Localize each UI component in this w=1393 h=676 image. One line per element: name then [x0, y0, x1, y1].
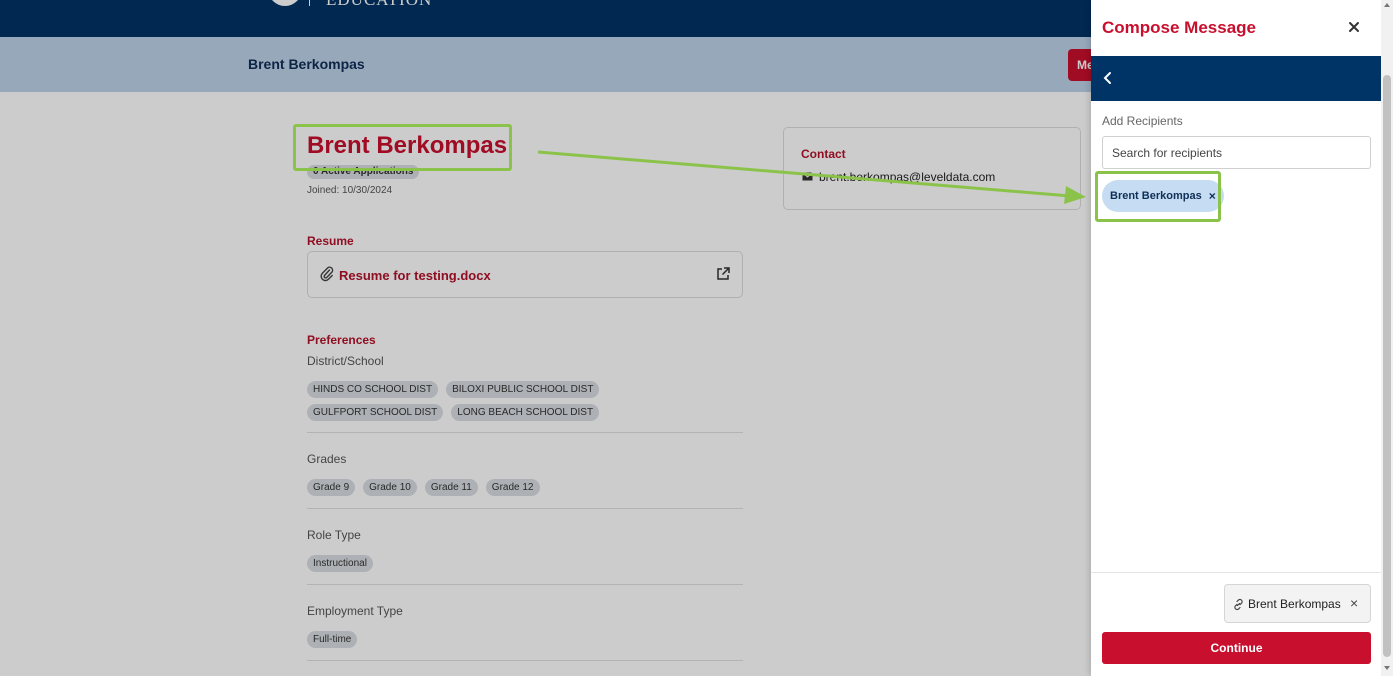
scrollbar[interactable]: [1381, 0, 1393, 676]
highlight-box: [293, 124, 512, 171]
scroll-down-arrow-icon[interactable]: [1384, 666, 1390, 670]
chevron-left-icon[interactable]: [1101, 71, 1115, 85]
panel-title: Compose Message: [1102, 18, 1256, 37]
link-icon: [1234, 598, 1243, 611]
profile-attachment-pill: Brent Berkompas ×: [1224, 584, 1371, 623]
annotation-arrow: [537, 150, 1086, 204]
footer-divider: [1091, 572, 1381, 573]
close-icon[interactable]: [1346, 19, 1362, 35]
recipient-search-input[interactable]: [1102, 136, 1371, 169]
remove-attachment-icon[interactable]: ×: [1350, 595, 1358, 611]
add-recipients-label: Add Recipients: [1102, 114, 1183, 128]
highlight-box: [1095, 171, 1221, 222]
continue-button[interactable]: Continue: [1102, 632, 1371, 664]
modal-backdrop[interactable]: [0, 0, 1091, 676]
scrollbar-thumb[interactable]: [1383, 75, 1391, 657]
attachment-label: Brent Berkompas: [1248, 597, 1341, 611]
compose-message-panel: Compose Message Add Recipients Brent Ber…: [1091, 0, 1381, 676]
panel-nav-bar: [1091, 56, 1381, 101]
scroll-up-arrow-icon[interactable]: [1384, 3, 1390, 7]
